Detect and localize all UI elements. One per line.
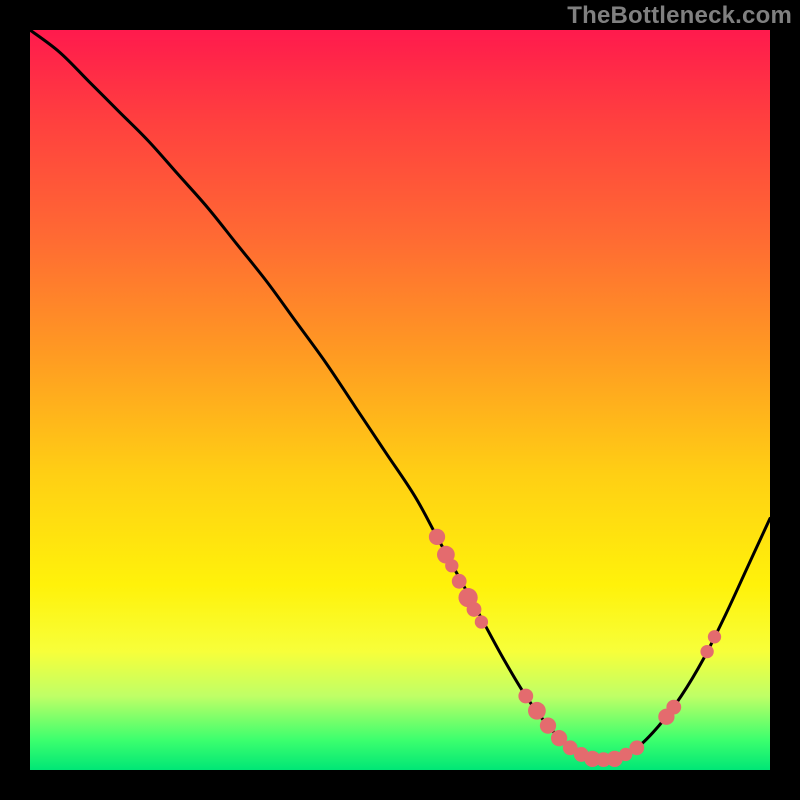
chart-stage: TheBottleneck.com	[0, 0, 800, 800]
curve-marker	[708, 630, 721, 643]
curve-marker	[528, 702, 546, 720]
watermark-text: TheBottleneck.com	[567, 2, 792, 30]
curve-marker	[700, 645, 713, 658]
curve-markers	[429, 529, 721, 767]
curve-marker	[540, 717, 556, 733]
curve-marker	[475, 615, 488, 628]
bottleneck-curve	[30, 30, 770, 760]
curve-marker	[452, 574, 467, 589]
curve-marker	[666, 700, 681, 715]
curve-marker	[429, 529, 445, 545]
curve-svg	[30, 30, 770, 770]
curve-marker	[445, 559, 458, 572]
curve-marker	[518, 689, 533, 704]
plot-area	[30, 30, 770, 770]
curve-marker	[629, 740, 644, 755]
curve-marker	[467, 602, 482, 617]
